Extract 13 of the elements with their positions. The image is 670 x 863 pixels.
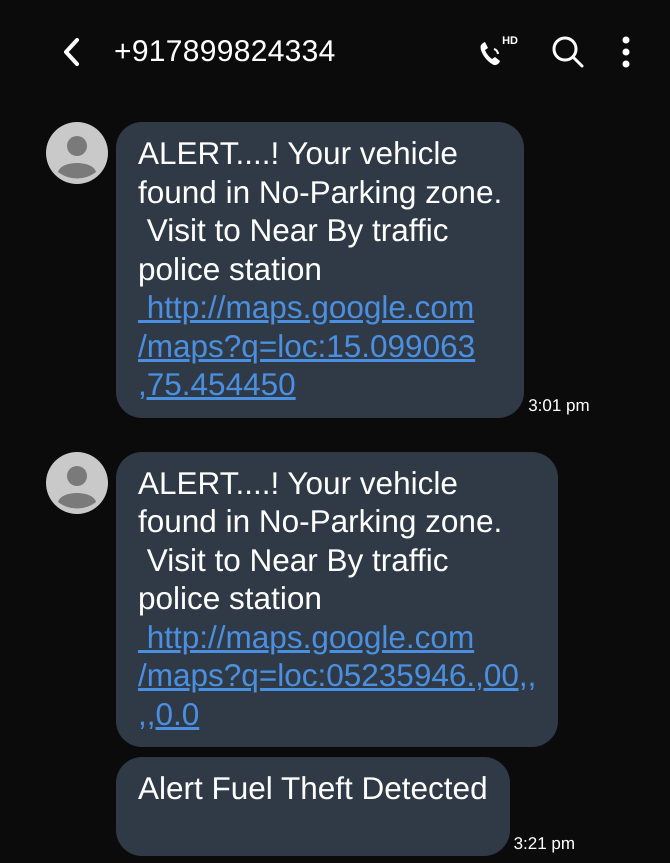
contact-number: +917899824334 <box>114 35 336 69</box>
message-time: 3:01 pm <box>528 396 590 416</box>
message-bubble[interactable]: ALERT....! Your vehicle found in No-Parking zone. Visit to Near By traffic police station http://maps.google.com /maps?q=loc:15.099063 ,75.454450 <box>116 122 524 418</box>
message-text: Alert Fuel Theft Detected <box>138 769 488 808</box>
message-text: ALERT....! Your vehicle found in No-Parking zone. Visit to Near By traffic police station <box>138 134 502 288</box>
search-icon[interactable] <box>550 34 586 70</box>
more-options-icon[interactable] <box>622 36 630 68</box>
hd-call-button[interactable]: HD <box>476 35 518 69</box>
message-bubble[interactable]: Alert Fuel Theft Detected <box>116 757 510 856</box>
back-icon[interactable] <box>62 37 80 67</box>
message-text: ALERT....! Your vehicle found in No-Parking zone. Visit to Near By traffic police station <box>138 464 504 618</box>
message-time: 3:21 pm <box>514 834 576 854</box>
message-bubble[interactable]: ALERT....! Your vehicle found in No-Parking zone. Visit to Near By traffic police station http://maps.google.com /maps?q=loc:05235946.,00,, ,,0.0 <box>116 452 558 747</box>
